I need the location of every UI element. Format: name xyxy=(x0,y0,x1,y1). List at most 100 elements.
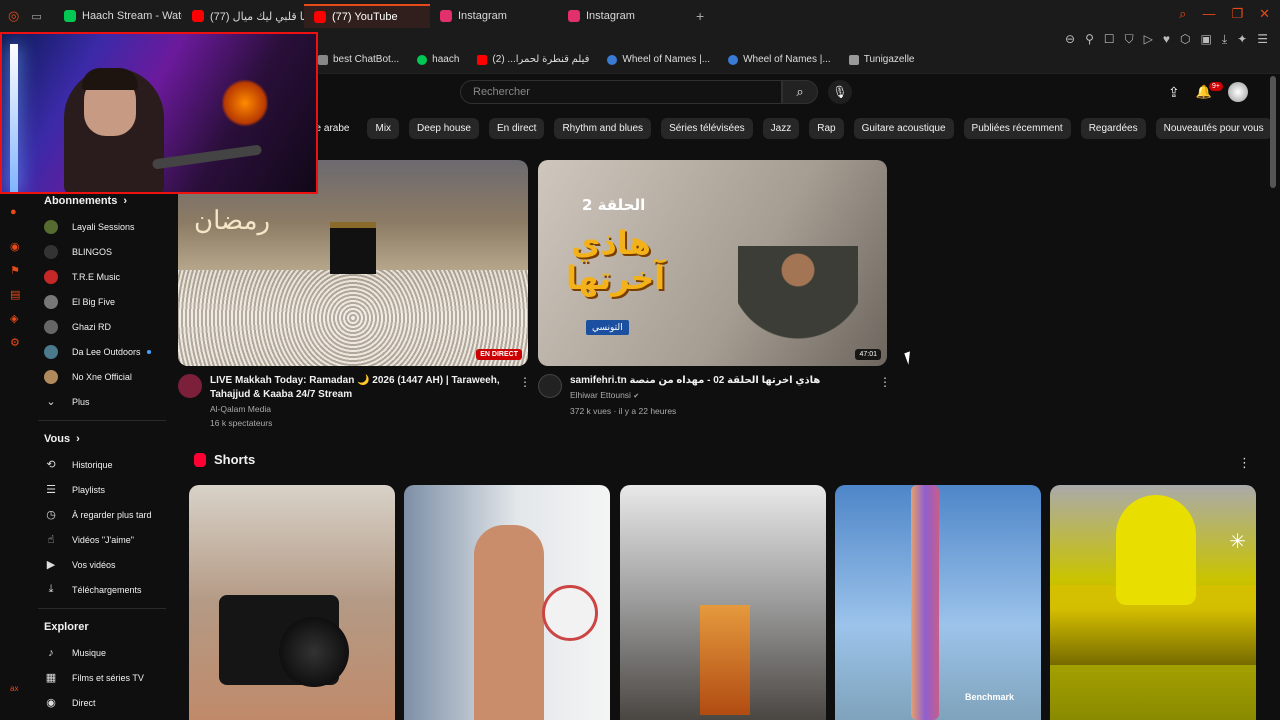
sidebar-item-subscription[interactable]: BLINGOS xyxy=(32,239,170,264)
browser-menu-area: ◎ ▭ xyxy=(0,8,54,24)
fireplace-light xyxy=(222,78,268,128)
chip[interactable]: Publiées récemment xyxy=(963,118,1071,139)
sidebar-item-films[interactable]: ▦ Films et séries TV xyxy=(32,665,170,690)
sidebar-item-subscription[interactable]: El Big Five xyxy=(32,289,170,314)
channel-avatar xyxy=(44,219,58,234)
sidebar-item-subscription[interactable]: Ghazi RD xyxy=(32,314,170,339)
sidebar-item-more[interactable]: ⌄ Plus xyxy=(32,389,170,414)
sidebar-item-subscription[interactable]: Layali Sessions xyxy=(32,214,170,239)
short-card[interactable]: ✳ xyxy=(1050,485,1256,720)
shield-icon[interactable]: ⛉ xyxy=(1125,32,1134,47)
channel-avatar[interactable] xyxy=(178,374,202,398)
tab-youtube[interactable]: (77) YouTube xyxy=(304,4,430,28)
bookmark-item[interactable]: Wheel of Names |... xyxy=(728,54,831,65)
pin-icon[interactable]: ⚲ xyxy=(1085,32,1094,47)
short-card[interactable] xyxy=(189,485,395,720)
close-icon[interactable]: ✕ xyxy=(1259,6,1270,22)
instagram-icon xyxy=(440,10,452,22)
channel-name[interactable]: Al-Qalam Media xyxy=(210,402,520,416)
you-heading[interactable]: Vous › xyxy=(32,429,170,449)
menu-icon[interactable]: ☰ xyxy=(1257,32,1268,47)
youtube-icon[interactable]: ● xyxy=(10,206,22,218)
subscriptions-heading[interactable]: Abonnements › xyxy=(32,194,170,208)
chip[interactable]: Rhythm and blues xyxy=(554,118,652,139)
search-button[interactable]: ⌕ xyxy=(782,80,818,104)
bookmark-icon[interactable]: ☐ xyxy=(1104,32,1115,47)
sidebar-item-liked-videos[interactable]: ☝ Vidéos "J'aime" xyxy=(32,527,170,552)
browser-logo-icon[interactable]: ◎ xyxy=(8,8,19,24)
notes-icon[interactable]: ▤ xyxy=(10,288,22,301)
sidebar-item-live[interactable]: ◉ Direct xyxy=(32,690,170,715)
sidebar-item-watch-later[interactable]: ◷ À regarder plus tard xyxy=(32,502,170,527)
chevron-down-icon: ⌄ xyxy=(46,396,56,408)
bookmark-item[interactable]: Tunigazelle xyxy=(848,54,914,65)
video-title[interactable]: samifehri.tn هاذي اخرتها الحلقة 02 - مهد… xyxy=(570,374,820,388)
bookmark-item[interactable]: best ChatBot... xyxy=(318,54,399,65)
chip[interactable]: Séries télévisées xyxy=(661,118,753,139)
sidebar-item-playlists[interactable]: ☰ Playlists xyxy=(32,477,170,502)
short-card[interactable] xyxy=(620,485,826,720)
sidebar-item-subscription[interactable]: No Xne Official xyxy=(32,364,170,389)
profile-icon[interactable]: ▣ xyxy=(1201,32,1212,47)
mouse-cursor xyxy=(904,349,920,365)
voice-search-button[interactable]: 🎙 xyxy=(828,80,852,104)
chip[interactable]: Regardées xyxy=(1080,118,1146,139)
tab-haach-stream[interactable]: Haach Stream - Watch L xyxy=(54,4,182,28)
bookmark-item[interactable]: haach xyxy=(417,54,459,65)
tab-instagram-2[interactable]: Instagram xyxy=(558,4,686,28)
video-thumbnail-episode[interactable]: الحلقة 2 هاذي آخرتها التونسي 47:01 xyxy=(538,160,887,366)
sidebar-item-history[interactable]: ⟲ Historique xyxy=(32,452,170,477)
sidebar-item-subscription[interactable]: Da Lee Outdoors xyxy=(32,339,170,364)
download-icon: ⤓ xyxy=(48,583,54,595)
channel-avatar[interactable] xyxy=(538,374,562,398)
sidebar-toggle-icon[interactable]: ▭ xyxy=(31,10,41,23)
maximize-icon[interactable]: ❐ xyxy=(1231,6,1243,22)
short-card[interactable]: Benchmark xyxy=(835,485,1041,720)
settings-icon[interactable]: ⚙ xyxy=(10,336,22,349)
page-scrollbar[interactable] xyxy=(1270,76,1276,188)
sidebar-item-downloads[interactable]: ⤓ Téléchargements xyxy=(32,577,170,602)
tag-icon[interactable]: ◈ xyxy=(10,312,22,325)
tab-instagram-1[interactable]: Instagram xyxy=(430,4,558,28)
zoom-icon[interactable]: ⊖ xyxy=(1065,32,1075,47)
history-icon: ⟲ xyxy=(46,459,56,471)
chevron-right-icon: › xyxy=(123,195,128,207)
chip[interactable]: Nouveautés pour vous xyxy=(1155,118,1272,139)
film-icon: ▦ xyxy=(45,672,57,684)
chip[interactable]: Rap xyxy=(809,118,844,139)
download-icon[interactable]: ⤓ xyxy=(1222,32,1227,47)
minimize-icon[interactable]: — xyxy=(1202,6,1215,22)
tab-music-video[interactable]: انا قلبي ليك ميال (77) xyxy=(182,4,304,28)
sidebar-item-music[interactable]: ♪ Musique xyxy=(32,640,170,665)
bookmark-item[interactable]: Wheel of Names |... xyxy=(607,54,710,65)
chip[interactable]: En direct xyxy=(488,118,545,139)
more-options-icon[interactable]: ⋮ xyxy=(1238,455,1251,471)
bookmark-item[interactable]: فيلم قنطرة لحمرا... (2) xyxy=(477,54,589,65)
chip[interactable]: Guitare acoustique xyxy=(853,118,954,139)
aria-icon[interactable]: ax xyxy=(10,684,22,696)
extensions-icon[interactable]: ⬡ xyxy=(1180,32,1190,47)
heart-icon[interactable]: ♥ xyxy=(1163,32,1170,47)
more-options-icon[interactable]: ⋮ xyxy=(879,375,891,389)
play-icon[interactable]: ▷ xyxy=(1144,32,1153,47)
sidebar-item-your-videos[interactable]: ▶ Vos vidéos xyxy=(32,552,170,577)
webcam-overlay xyxy=(0,32,318,194)
ai-icon[interactable]: ✦ xyxy=(1237,32,1247,47)
more-options-icon[interactable]: ⋮ xyxy=(519,375,531,389)
avatar[interactable] xyxy=(1227,82,1248,102)
channel-avatar xyxy=(44,294,58,309)
channel-name[interactable]: Elhiwar Ettounsi ✔ xyxy=(570,388,820,404)
search-input[interactable]: Rechercher xyxy=(460,80,782,104)
chip[interactable]: Deep house xyxy=(409,118,479,139)
search-icon[interactable]: ⌕ xyxy=(1179,6,1186,22)
pin-icon[interactable]: ⚑ xyxy=(10,264,22,277)
short-card[interactable] xyxy=(404,485,610,720)
shorts-logo-icon xyxy=(194,452,206,467)
video-title[interactable]: LIVE Makkah Today: Ramadan 🌙 2026 (1447 … xyxy=(210,374,520,402)
chip[interactable]: Jazz xyxy=(762,118,800,139)
play-circle-icon[interactable]: ◉ xyxy=(10,240,22,253)
new-tab-button[interactable]: + xyxy=(696,8,704,24)
upload-icon[interactable]: ⇪ xyxy=(1168,84,1180,101)
sidebar-item-subscription[interactable]: T.R.E Music xyxy=(32,264,170,289)
chip[interactable]: Mix xyxy=(367,118,400,139)
